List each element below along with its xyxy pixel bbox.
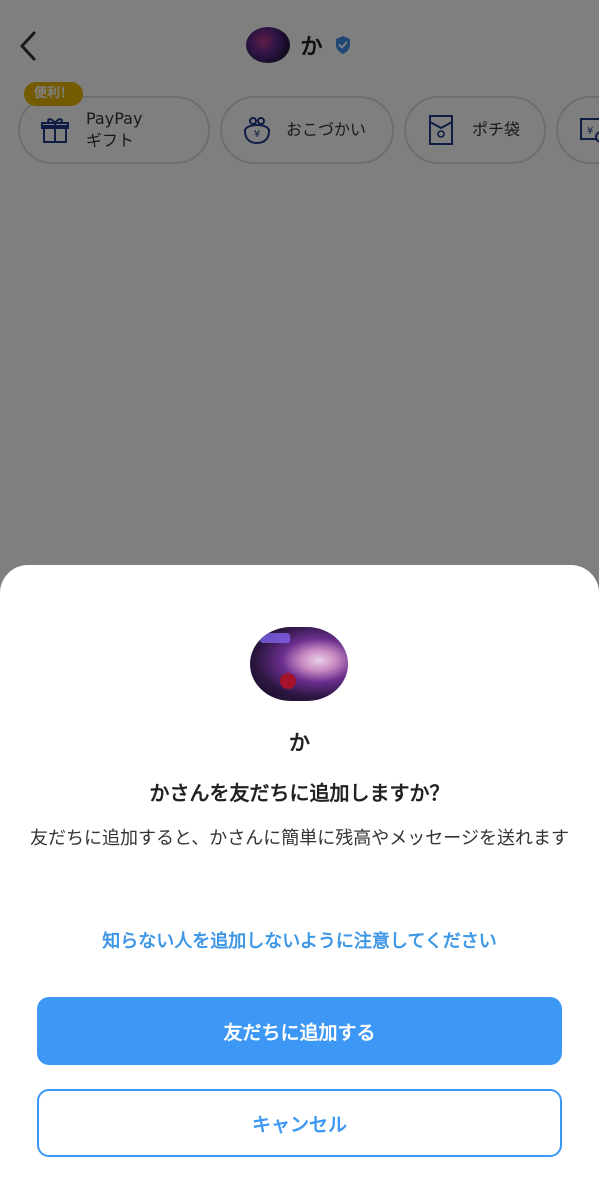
user-name: か <box>289 731 310 755</box>
add-friend-button[interactable]: 友だちに追加する <box>37 997 562 1065</box>
add-friend-sheet: か かさんを友だちに追加しますか？ 友だちに追加すると、かさんに簡単に残高やメッ… <box>0 565 599 1200</box>
dialog-title: かさんを友だちに追加しますか？ <box>149 781 450 805</box>
screen: か PayPay ギフト <box>0 0 599 1200</box>
avatar <box>250 627 348 701</box>
caution-link[interactable]: 知らない人を追加しないように注意してください <box>0 927 599 953</box>
dialog-description: 友だちに追加すると、かさんに簡単に残高やメッセージを送れます <box>30 828 569 849</box>
cancel-button[interactable]: キャンセル <box>37 1089 562 1157</box>
